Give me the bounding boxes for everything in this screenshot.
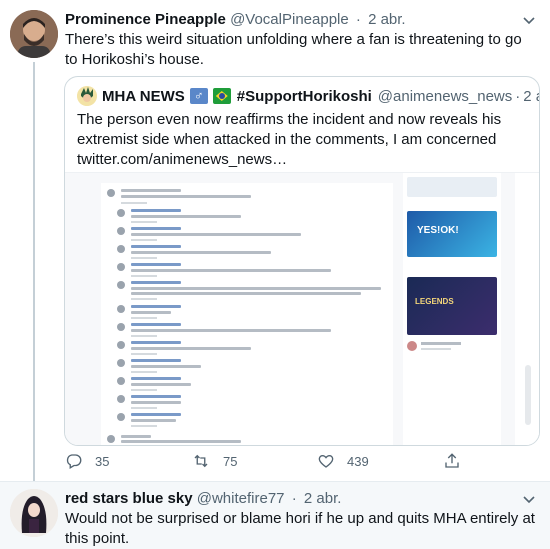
separator-dot: · bbox=[291, 490, 297, 507]
separator-dot: · bbox=[355, 11, 361, 28]
tweet-red-stars-blue-sky[interactable]: red stars blue sky @whitefire77 · 2 abr.… bbox=[0, 481, 550, 549]
comment-list-image bbox=[101, 183, 393, 445]
tweet-prominence-pineapple[interactable]: Prominence Pineapple @VocalPineapple · 2… bbox=[0, 0, 550, 481]
quoted-timestamp[interactable]: 2 abr. bbox=[523, 88, 539, 105]
quoted-tweet[interactable]: MHA NEWS ♂ #SupportHorikoshi @animenews_… bbox=[64, 76, 540, 446]
timestamp[interactable]: 2 abr. bbox=[368, 11, 406, 28]
heart-icon bbox=[318, 454, 334, 468]
reply-icon bbox=[66, 454, 82, 469]
quoted-user-name[interactable]: MHA NEWS bbox=[102, 88, 185, 105]
separator-dot: · bbox=[515, 87, 521, 105]
quoted-user-handle[interactable]: @animenews_news bbox=[378, 88, 512, 105]
quoted-hashtag[interactable]: #SupportHorikoshi bbox=[237, 88, 372, 105]
like-button[interactable]: 439 bbox=[317, 452, 369, 470]
retweet-icon bbox=[194, 454, 208, 468]
tweet-text: Would not be surprised or blame hori if … bbox=[65, 510, 535, 547]
avatar[interactable] bbox=[10, 10, 58, 58]
tweet-actions: 35 75 439 bbox=[65, 452, 535, 472]
retweet-button[interactable]: 75 bbox=[191, 452, 237, 470]
chevron-down-icon[interactable] bbox=[522, 492, 536, 506]
tweet-header: red stars blue sky @whitefire77 · 2 abr. bbox=[65, 490, 341, 507]
thread-line bbox=[33, 62, 35, 481]
screenshot-scrollbar bbox=[515, 173, 539, 445]
quoted-screenshot-image[interactable]: YES!OK! LEGENDS bbox=[65, 172, 539, 445]
share-icon bbox=[445, 453, 459, 468]
quoted-avatar bbox=[77, 86, 97, 106]
tweet-header: Prominence Pineapple @VocalPineapple · 2… bbox=[65, 11, 406, 28]
retweet-count: 75 bbox=[223, 453, 238, 469]
reply-count: 35 bbox=[95, 453, 110, 469]
user-name[interactable]: Prominence Pineapple bbox=[65, 11, 226, 28]
user-name[interactable]: red stars blue sky bbox=[65, 490, 193, 507]
quoted-tweet-text: The person even now reaffirms the incide… bbox=[77, 111, 502, 168]
quoted-tweet-header: MHA NEWS ♂ #SupportHorikoshi @animenews_… bbox=[77, 86, 539, 106]
like-count: 439 bbox=[347, 453, 369, 469]
avatar[interactable] bbox=[10, 489, 58, 537]
reply-button[interactable]: 35 bbox=[65, 452, 109, 470]
chevron-down-icon[interactable] bbox=[522, 13, 536, 27]
male-sign-icon: ♂ bbox=[189, 88, 208, 104]
sidebar-ads-image: YES!OK! LEGENDS bbox=[403, 173, 501, 445]
brazil-flag-icon bbox=[212, 88, 231, 104]
tweet-text: There’s this weird situation unfolding w… bbox=[65, 31, 522, 68]
user-handle[interactable]: @VocalPineapple bbox=[230, 11, 349, 28]
user-handle[interactable]: @whitefire77 bbox=[197, 490, 285, 507]
share-button[interactable] bbox=[443, 452, 473, 470]
timestamp[interactable]: 2 abr. bbox=[304, 490, 342, 507]
